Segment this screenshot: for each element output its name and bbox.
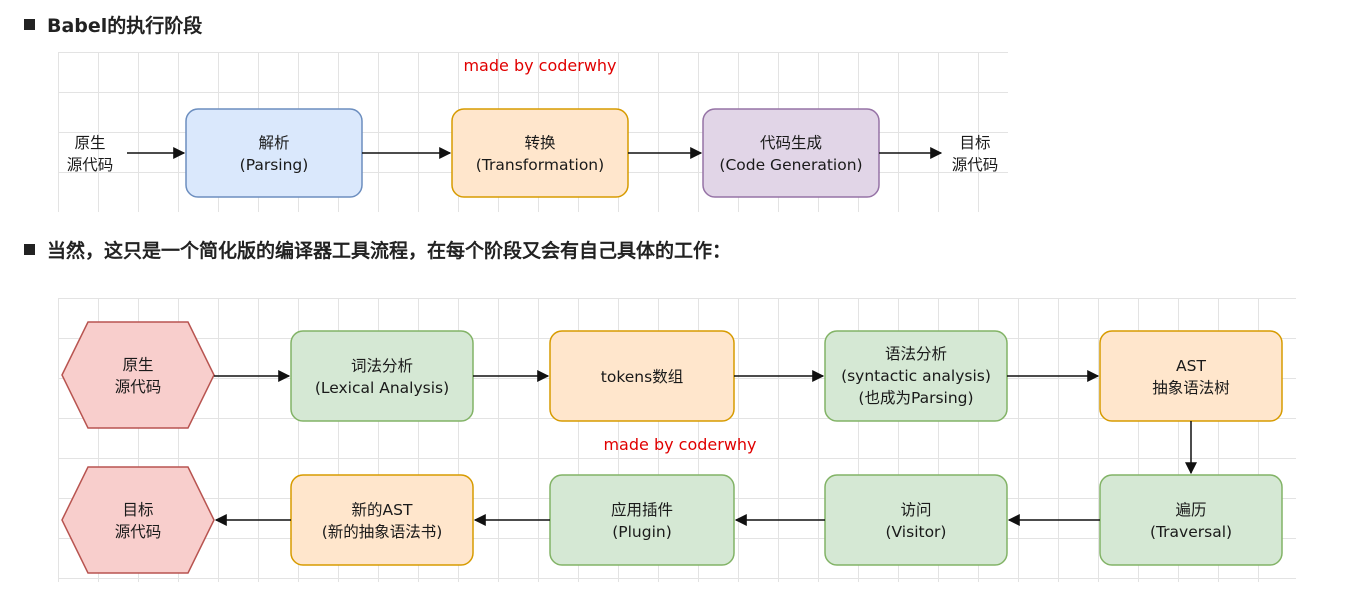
d1-node-parsing: 解析 (Parsing): [185, 108, 363, 198]
d2-newast-line2: (新的抽象语法书): [322, 523, 443, 541]
d2-plugin-line1: 应用插件: [611, 500, 673, 519]
watermark-1: made by coderwhy: [463, 56, 616, 75]
d1-input-line1: 原生: [74, 134, 105, 152]
d2-syntactic-line1: 语法分析: [885, 345, 947, 363]
d1-output-line1: 目标: [959, 134, 990, 152]
d1-node-codegen: 代码生成 (Code Generation): [702, 108, 880, 198]
d1-node-transformation: 转换 (Transformation): [451, 108, 629, 198]
d2-node-ast: AST 抽象语法树: [1099, 330, 1283, 422]
d2-newast-line1: 新的AST: [352, 501, 413, 519]
d1-parsing-line1: 解析: [258, 134, 289, 152]
d1-input-line2: 源代码: [67, 156, 114, 174]
d2-tokens-line1: tokens数组: [601, 368, 683, 386]
d2-source-hexagon: 原生 源代码: [61, 321, 215, 429]
diagram-canvas: made by coderwhy 原生 源代码 解析 (Parsing) 转换 …: [61, 56, 1283, 574]
d2-visitor-line2: (Visitor): [886, 523, 947, 541]
d2-syntactic-line3: (也成为Parsing): [858, 389, 973, 407]
d2-target-hexagon: 目标 源代码: [61, 466, 215, 574]
d2-node-visitor: 访问 (Visitor): [824, 474, 1008, 566]
d2-lexical-line2: (Lexical Analysis): [315, 379, 449, 397]
d2-lexical-line1: 词法分析: [351, 357, 413, 375]
d2-traversal-line2: (Traversal): [1150, 523, 1232, 541]
d2-source-line1: 原生: [122, 356, 153, 374]
d2-target-line1: 目标: [122, 501, 153, 519]
d1-transform-line1: 转换: [524, 134, 556, 152]
d2-node-new-ast: 新的AST (新的抽象语法书): [290, 474, 474, 566]
d2-source-line2: 源代码: [115, 378, 162, 396]
watermark-2: made by coderwhy: [603, 435, 756, 454]
d2-node-syntactic: 语法分析 (syntactic analysis) (也成为Parsing): [824, 330, 1008, 422]
d1-output-line2: 源代码: [952, 156, 999, 174]
d2-ast-line2: 抽象语法树: [1152, 379, 1230, 397]
d2-plugin-line2: (Plugin): [612, 523, 672, 541]
d1-input-label: 原生 源代码: [67, 134, 114, 174]
d1-output-label: 目标 源代码: [952, 134, 999, 174]
d2-traversal-line1: 遍历: [1175, 501, 1206, 519]
d2-node-tokens: tokens数组: [549, 330, 735, 422]
d1-transform-line2: (Transformation): [476, 156, 604, 174]
d2-node-traversal: 遍历 (Traversal): [1099, 474, 1283, 566]
d1-parsing-line2: (Parsing): [240, 156, 309, 174]
d1-codegen-line1: 代码生成: [760, 134, 822, 152]
d2-ast-line1: AST: [1176, 357, 1206, 375]
d2-node-lexical: 词法分析 (Lexical Analysis): [290, 330, 474, 422]
d2-visitor-line1: 访问: [900, 501, 931, 519]
d2-target-line2: 源代码: [115, 523, 162, 541]
d2-syntactic-line2: (syntactic analysis): [841, 367, 991, 385]
d1-codegen-line2: (Code Generation): [719, 156, 862, 174]
d2-node-plugin: 应用插件 (Plugin): [549, 474, 735, 566]
